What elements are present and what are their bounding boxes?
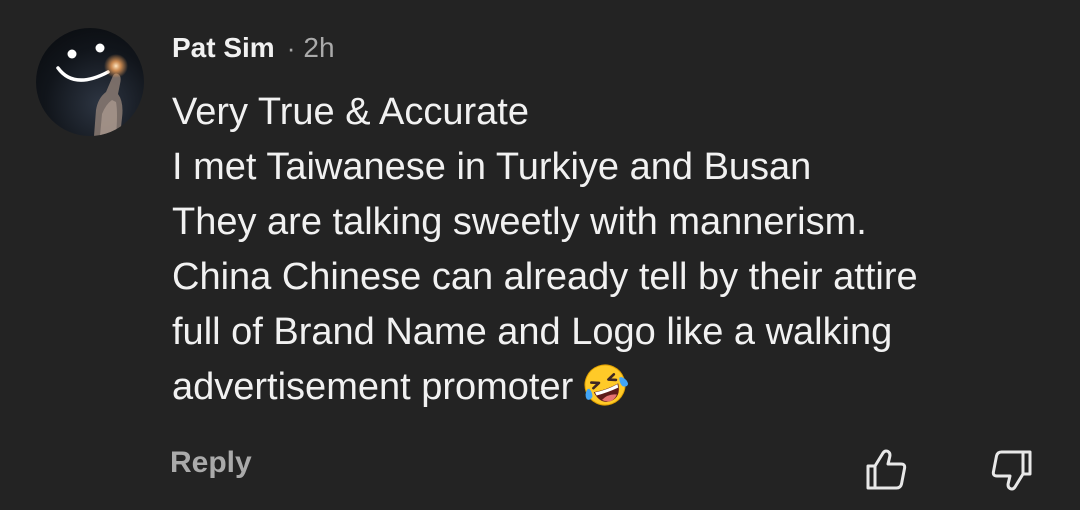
reply-button[interactable]: Reply (170, 446, 252, 480)
thumbs-up-icon[interactable] (862, 446, 910, 494)
comment-line-last: advertisement promoter (172, 360, 1052, 415)
comment-line: China Chinese can already tell by their … (172, 256, 918, 298)
timestamp: 2h (303, 32, 335, 63)
laughing-emoji-icon (581, 361, 629, 409)
comment-header: Pat Sim · 2h (172, 28, 335, 68)
comment-line: Very True & Accurate (172, 91, 529, 133)
author-name[interactable]: Pat Sim (172, 32, 275, 64)
comment-line: advertisement promoter (172, 366, 574, 408)
comment-line: full of Brand Name and Logo like a walki… (172, 311, 893, 353)
thumbs-down-icon[interactable] (988, 446, 1036, 494)
comment-line: They are talking sweetly with mannerism. (172, 201, 867, 243)
avatar[interactable] (36, 28, 144, 136)
comment: Pat Sim · 2h Very True & Accurate I met … (0, 0, 1080, 510)
comment-line: I met Taiwanese in Turkiye and Busan (172, 146, 812, 188)
comment-text: Very True & Accurate I met Taiwanese in … (172, 85, 1052, 415)
separator: · (286, 32, 296, 63)
